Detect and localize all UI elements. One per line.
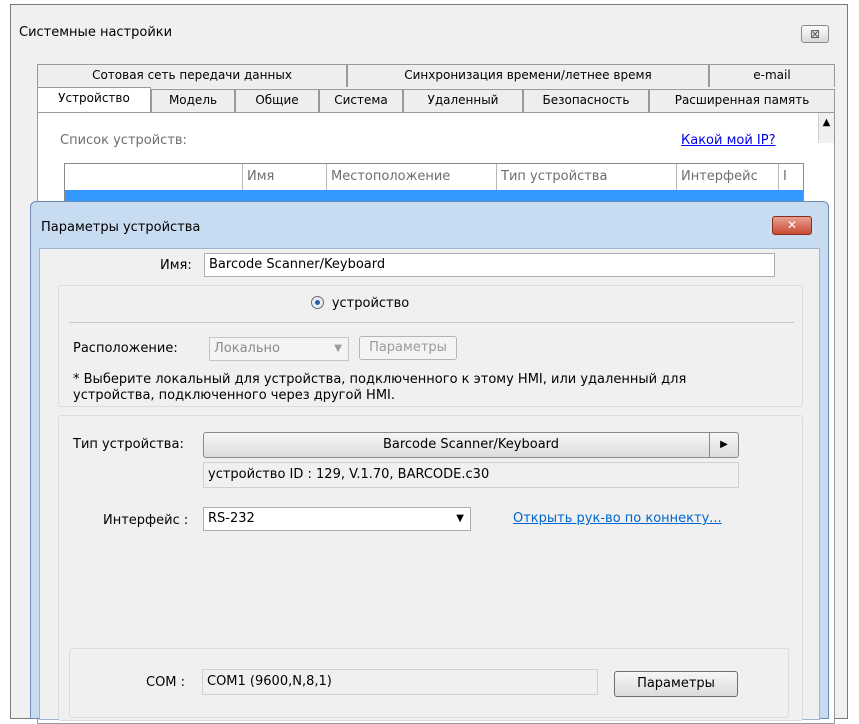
tab-security[interactable]: Безопасность xyxy=(523,89,649,112)
radio-selected-icon[interactable] xyxy=(311,296,324,309)
column-header-device-type[interactable]: Тип устройства xyxy=(497,164,677,190)
divider xyxy=(69,322,794,323)
interface-select-value: RS-232 xyxy=(208,511,255,526)
device-radio-group[interactable]: устройство xyxy=(311,294,409,311)
dialog-title: Параметры устройства xyxy=(41,220,201,235)
com-label: COM : xyxy=(146,675,186,690)
location-label: Расположение: xyxy=(73,341,178,356)
com-value-field: COM1 (9600,N,8,1) xyxy=(202,669,598,695)
tab-email[interactable]: e-mail xyxy=(709,64,835,87)
chevron-right-icon[interactable]: ▶ xyxy=(709,433,738,457)
device-type-group: Тип устройства: Barcode Scanner/Keyboard… xyxy=(58,415,803,721)
chevron-down-icon[interactable]: ▼ xyxy=(456,508,464,530)
com-params-button[interactable]: Параметры xyxy=(614,671,738,697)
tab-model[interactable]: Модель xyxy=(151,89,235,112)
radio-device-label: устройство xyxy=(331,296,410,311)
close-icon[interactable]: ⊠ xyxy=(801,25,829,43)
chevron-down-icon: ▼ xyxy=(334,343,342,354)
device-info-field: устройство ID : 129, V.1.70, BARCODE.c30 xyxy=(203,462,739,488)
device-list-label: Список устройств: xyxy=(60,133,187,148)
location-note: * Выберите локальный для устройства, под… xyxy=(73,372,687,403)
column-header-select[interactable] xyxy=(65,164,243,190)
device-parameters-dialog: Параметры устройства ✕ Имя: Barcode Scan… xyxy=(30,201,829,721)
interface-select[interactable]: RS-232 ▼ xyxy=(203,507,471,531)
location-select: Локально ▼ xyxy=(209,337,349,361)
location-params-button: Параметры xyxy=(359,336,457,360)
column-header-location[interactable]: Местоположение xyxy=(327,164,497,190)
connector-guide-link[interactable]: Открыть рук-во по коннекту... xyxy=(513,511,722,526)
tab-general[interactable]: Общие xyxy=(235,89,319,112)
window-titlebar[interactable]: Системные настройки ⊠ xyxy=(11,5,847,59)
tab-remote[interactable]: Удаленный xyxy=(403,89,523,112)
column-header-interface[interactable]: Интерфейс xyxy=(677,164,779,190)
column-header-more[interactable]: I xyxy=(779,164,803,190)
close-icon[interactable]: ✕ xyxy=(772,216,812,235)
dialog-titlebar[interactable]: Параметры устройства ✕ xyxy=(31,202,828,249)
tab-device[interactable]: Устройство xyxy=(37,87,151,112)
device-type-button[interactable]: Barcode Scanner/Keyboard ▶ xyxy=(203,432,739,458)
my-ip-link[interactable]: Какой мой IP? xyxy=(681,133,776,148)
column-header-name[interactable]: Имя xyxy=(243,164,327,190)
location-group: устройство Расположение: Локально ▼ Пара… xyxy=(58,285,803,407)
tab-time-sync[interactable]: Синхронизация времени/летнее время xyxy=(347,64,709,87)
location-select-value: Локально xyxy=(214,341,280,356)
tab-cellular-data[interactable]: Сотовая сеть передачи данных xyxy=(37,64,347,87)
device-type-label: Тип устройства: xyxy=(73,437,184,452)
interface-label: Интерфейс : xyxy=(103,513,189,528)
dialog-client-area: Имя: Barcode Scanner/Keyboard устройство… xyxy=(39,248,820,721)
scroll-up-arrow-icon[interactable]: ▲ xyxy=(818,113,834,143)
tab-system[interactable]: Система xyxy=(319,89,403,112)
name-field[interactable]: Barcode Scanner/Keyboard xyxy=(204,253,775,277)
com-group: COM : COM1 (9600,N,8,1) Параметры xyxy=(69,648,789,718)
device-type-value: Barcode Scanner/Keyboard xyxy=(382,437,560,452)
tab-extended-memory[interactable]: Расширенная память xyxy=(649,89,835,112)
name-label: Имя: xyxy=(160,258,192,273)
window-title: Системные настройки xyxy=(19,25,173,40)
